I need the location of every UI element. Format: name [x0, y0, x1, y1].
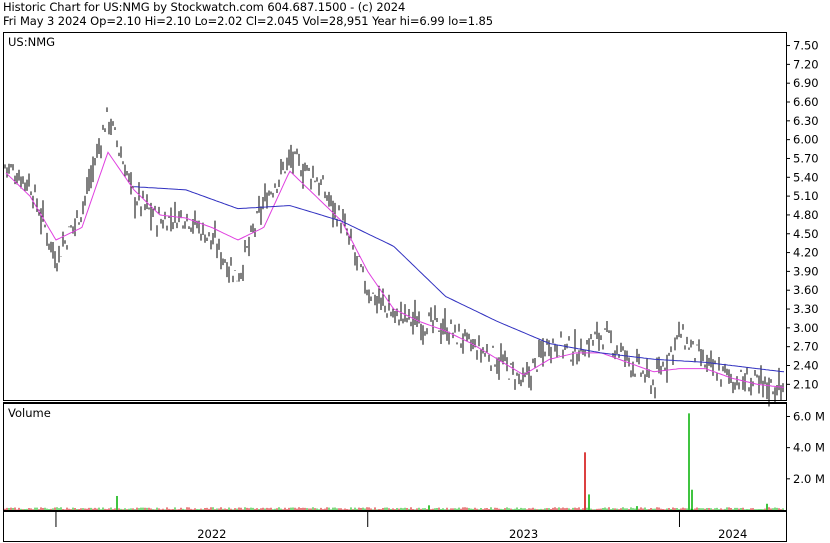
price-tick-label: 2.70 — [793, 340, 819, 354]
volume-bars — [4, 413, 784, 510]
year-label: 2024 — [718, 527, 747, 541]
moving-average-long-line — [133, 186, 785, 373]
price-panel-frame — [3, 32, 787, 401]
moving-average-short-line — [5, 151, 785, 388]
year-label: 2022 — [197, 527, 226, 541]
price-tick-label: 6.30 — [793, 114, 819, 128]
price-tick-label: 3.90 — [793, 264, 819, 278]
price-tick-label: 6.00 — [793, 133, 819, 147]
price-tick-label: 2.10 — [793, 377, 819, 391]
price-tick-label: 4.80 — [793, 208, 819, 222]
volume-tick-label: 4.0 M — [793, 441, 825, 455]
symbol-label: US:NMG — [8, 35, 55, 49]
price-tick-label: 4.50 — [793, 227, 819, 241]
price-tick-label: 5.10 — [793, 189, 819, 203]
volume-y-axis: 6.0 M 4.0 M 2.0 M — [786, 409, 825, 486]
stock-chart-page: Historic Chart for US:NMG by Stockwatch.… — [0, 0, 830, 543]
time-axis-frame — [3, 511, 787, 542]
price-y-axis: 7.50 7.20 6.90 6.60 6.30 6.00 5.70 5.40 5.10 4.80… — [786, 39, 819, 391]
price-tick-label: 6.60 — [793, 95, 819, 109]
price-tick-label: 2.40 — [793, 358, 819, 372]
price-tick-label: 5.70 — [793, 151, 819, 165]
price-tick-label: 6.90 — [793, 76, 819, 90]
price-tick-label: 3.60 — [793, 283, 819, 297]
price-tick-label: 3.30 — [793, 302, 819, 316]
price-tick-label: 3.00 — [793, 321, 819, 335]
year-label: 2023 — [509, 527, 538, 541]
price-bars — [4, 107, 784, 407]
time-axis: 2022 2023 2024 — [55, 511, 747, 541]
volume-label: Volume — [8, 406, 51, 420]
volume-panel-frame — [3, 403, 787, 511]
price-tick-label: 4.20 — [793, 246, 819, 260]
price-volume-chart: US:NMG 7.50 7.20 6.90 6.60 6.30 6.00 5.70 5.40 5… — [3, 32, 825, 542]
price-tick-label: 5.40 — [793, 170, 819, 184]
volume-tick-label: 6.0 M — [793, 409, 825, 423]
volume-tick-label: 2.0 M — [793, 472, 825, 486]
price-tick-label: 7.20 — [793, 57, 819, 71]
price-tick-label: 7.50 — [793, 39, 819, 53]
